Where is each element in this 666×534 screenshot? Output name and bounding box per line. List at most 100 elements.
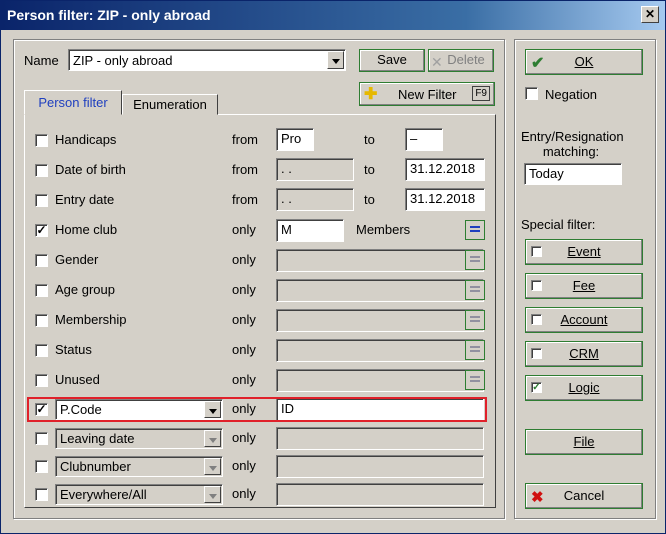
special-filter-label: Fee xyxy=(572,278,596,293)
row-mode-label: only xyxy=(232,372,256,387)
negation-checkbox[interactable] xyxy=(525,87,538,100)
row-suffix-label: Members xyxy=(356,222,411,237)
row-checkbox[interactable] xyxy=(35,488,48,501)
save-button[interactable]: Save xyxy=(359,49,425,72)
row-mode-label: only xyxy=(232,282,256,297)
row-value-input[interactable] xyxy=(276,483,484,506)
row-label: Date of birth xyxy=(55,162,126,177)
ok-label: OK xyxy=(574,54,594,69)
filter-name-select[interactable]: ZIP - only abroad xyxy=(68,49,346,71)
special-filter-label: CRM xyxy=(569,346,599,361)
row-checkbox[interactable] xyxy=(35,344,48,357)
special-filter-button[interactable]: ✓ Logic xyxy=(525,375,643,401)
tab-enumeration[interactable]: Enumeration xyxy=(122,94,218,115)
row-to-input[interactable]: 31.12.2018 xyxy=(405,188,485,211)
row-label: Status xyxy=(55,342,92,357)
row-to-label: to xyxy=(364,192,375,207)
person-filter-dialog: Person filter: ZIP - only abroad ✕ Name … xyxy=(0,0,666,534)
chevron-down-icon[interactable] xyxy=(327,51,344,69)
check-icon: ✔ xyxy=(531,55,545,72)
list-picker-button[interactable] xyxy=(465,310,485,330)
list-icon xyxy=(470,256,480,258)
list-picker-button[interactable] xyxy=(465,280,485,300)
row-mode-label: from xyxy=(232,162,258,177)
row-checkbox[interactable] xyxy=(35,134,48,147)
row-to-label: to xyxy=(364,162,375,177)
row-to-input[interactable]: 31.12.2018 xyxy=(405,158,485,181)
row-checkbox[interactable] xyxy=(35,194,48,207)
row-checkbox[interactable] xyxy=(35,164,48,177)
special-filter-label: Logic xyxy=(568,380,600,395)
list-icon xyxy=(470,376,480,378)
special-filter-checkbox[interactable] xyxy=(531,314,542,325)
row-value-input[interactable] xyxy=(276,427,484,450)
cancel-x-icon: ✖ xyxy=(531,489,544,506)
ok-button[interactable]: ✔ OK xyxy=(525,49,643,75)
row-from-input[interactable]: . . xyxy=(276,188,354,211)
special-filter-button[interactable]: Event xyxy=(525,239,643,265)
row-label: Home club xyxy=(55,222,118,237)
row-value-input[interactable] xyxy=(276,279,484,302)
new-filter-label: New Filter xyxy=(398,87,457,102)
new-filter-button[interactable]: ✚ New Filter F9 xyxy=(359,82,495,106)
row-label: Unused xyxy=(55,372,100,387)
special-filter-button[interactable]: Account xyxy=(525,307,643,333)
special-filter-label: Account xyxy=(560,312,608,327)
delete-button[interactable]: ✕ Delete xyxy=(428,49,494,72)
title-bar: Person filter: ZIP - only abroad ✕ xyxy=(1,1,665,30)
plus-icon: ✚ xyxy=(364,86,378,103)
row-field-select[interactable]: Everywhere/All xyxy=(55,484,223,505)
row-value-input[interactable] xyxy=(276,339,484,362)
row-to-input[interactable]: – xyxy=(405,128,443,151)
special-filter-label: Event xyxy=(567,244,601,259)
tab-person-filter[interactable]: Person filter xyxy=(24,90,122,115)
row-checkbox[interactable] xyxy=(35,460,48,473)
chevron-down-icon[interactable] xyxy=(204,458,221,475)
filter-name-value: ZIP - only abroad xyxy=(73,53,173,68)
row-mode-label: only xyxy=(232,312,256,327)
row-value-input[interactable] xyxy=(276,369,484,392)
row-checkbox[interactable] xyxy=(35,284,48,297)
window-title: Person filter: ZIP - only abroad xyxy=(7,7,211,23)
special-filter-button[interactable]: Fee xyxy=(525,273,643,299)
row-checkbox[interactable]: ✓ xyxy=(35,224,48,237)
special-filter-checkbox[interactable] xyxy=(531,246,542,257)
row-value-input[interactable] xyxy=(276,249,484,272)
special-filter-checkbox[interactable]: ✓ xyxy=(531,382,542,393)
special-filter-checkbox[interactable] xyxy=(531,280,542,291)
special-filter-button[interactable]: CRM xyxy=(525,341,643,367)
special-filter-checkbox[interactable] xyxy=(531,348,542,359)
row-value-input[interactable] xyxy=(276,309,484,332)
close-button[interactable]: ✕ xyxy=(641,6,659,23)
list-icon xyxy=(470,286,480,288)
row-mode-label: from xyxy=(232,132,258,147)
list-picker-button[interactable] xyxy=(465,370,485,390)
shortcut-badge: F9 xyxy=(472,86,490,101)
cancel-button[interactable]: ✖ Cancel xyxy=(525,483,643,509)
list-picker-button[interactable] xyxy=(465,340,485,360)
chevron-down-icon[interactable] xyxy=(204,430,221,447)
row-from-input[interactable]: . . xyxy=(276,158,354,181)
row-value-input[interactable]: M xyxy=(276,219,344,242)
row-checkbox[interactable] xyxy=(35,314,48,327)
entry-resignation-input[interactable]: Today xyxy=(524,163,622,185)
file-button[interactable]: File xyxy=(525,429,643,455)
row-field-select[interactable]: Clubnumber xyxy=(55,456,223,477)
special-filter-label: Special filter: xyxy=(521,217,596,232)
negation-label: Negation xyxy=(545,87,598,102)
row-mode-label: only xyxy=(232,486,256,501)
row-mode-label: from xyxy=(232,192,258,207)
row-from-input[interactable]: Pro xyxy=(276,128,314,151)
chevron-down-icon[interactable] xyxy=(204,486,221,503)
list-icon xyxy=(470,226,480,228)
list-picker-button[interactable] xyxy=(465,220,485,240)
row-value-input[interactable] xyxy=(276,455,484,478)
list-picker-button[interactable] xyxy=(465,250,485,270)
row-checkbox[interactable] xyxy=(35,374,48,387)
row-field-select[interactable]: Leaving date xyxy=(55,428,223,449)
row-checkbox[interactable] xyxy=(35,432,48,445)
row-label: Gender xyxy=(55,252,99,267)
row-label: Entry date xyxy=(55,192,115,207)
row-checkbox[interactable] xyxy=(35,254,48,267)
name-label: Name xyxy=(24,53,59,68)
